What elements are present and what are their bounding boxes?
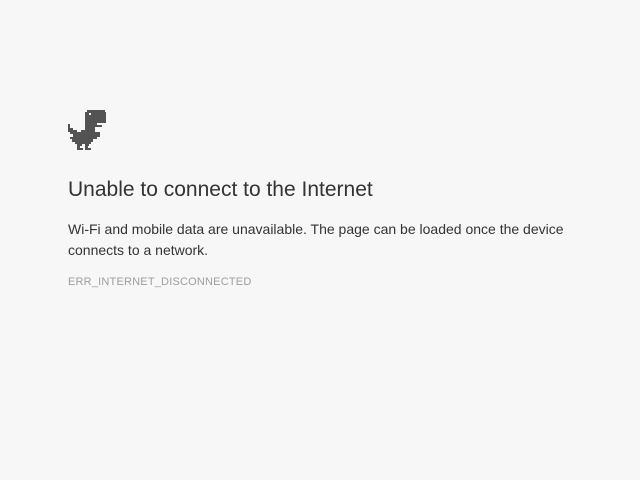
error-message: Wi-Fi and mobile data are unavailable. T… [68, 221, 564, 258]
offline-error-page: Unable to connect to the Internet Wi-Fi … [0, 0, 640, 480]
offline-dino-icon [68, 110, 106, 150]
error-code: ERR_INTERNET_DISCONNECTED [68, 276, 252, 288]
error-heading: Unable to connect to the Internet [68, 178, 373, 201]
